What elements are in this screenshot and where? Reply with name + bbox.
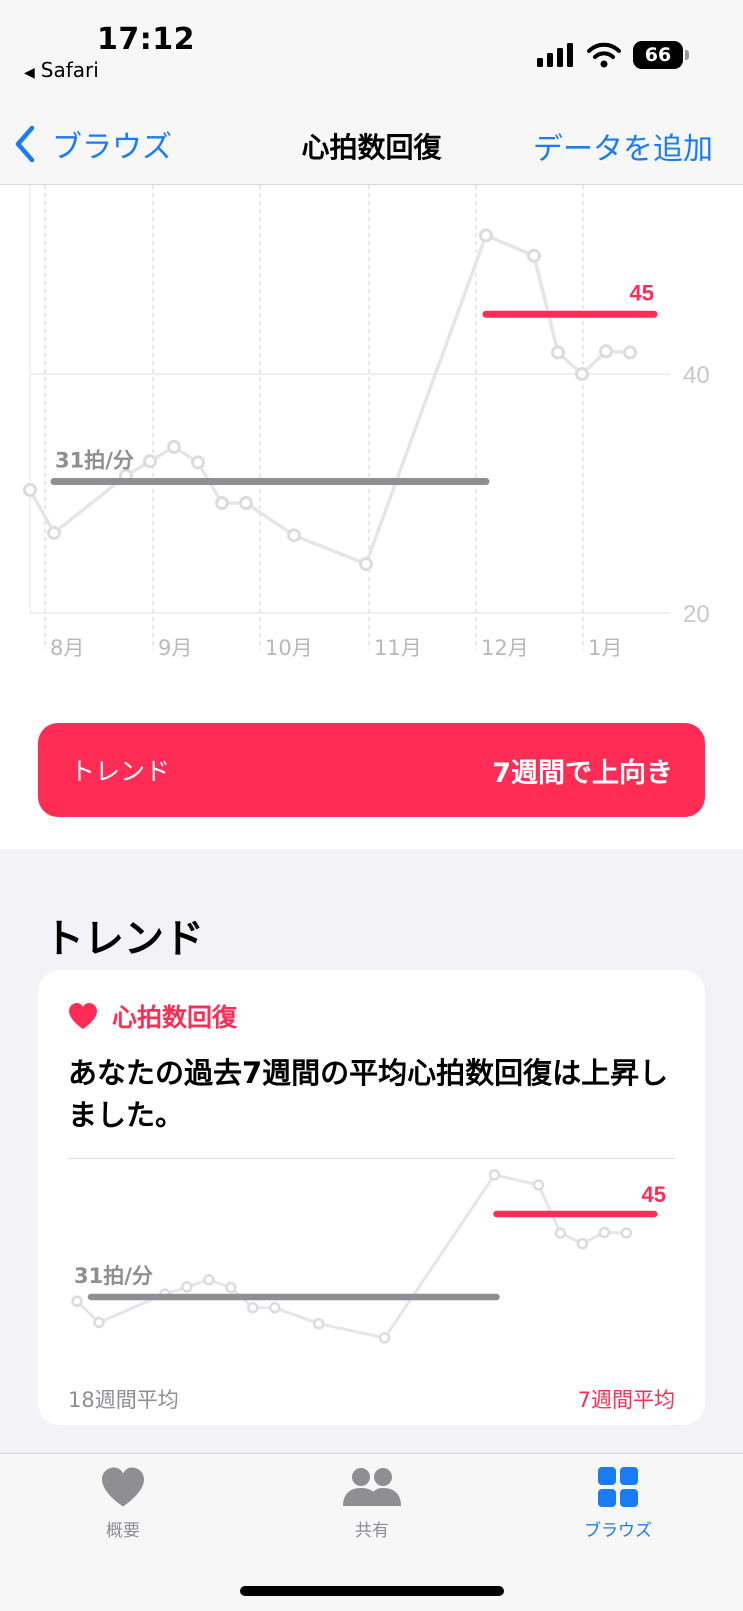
tab-browse-label: ブラウズ [584,1521,652,1541]
chart-data-point [215,496,229,511]
mini-data-point [247,1301,259,1314]
add-data-button[interactable]: データを追加 [533,124,713,168]
trend-value: 7週間で上向き [492,757,673,789]
mini-data-point [181,1281,193,1293]
status-icons: 66 [537,40,689,70]
mini-average-label-old: 31拍/分 [74,1264,153,1288]
status-time: 17:12 [97,22,195,57]
chart-data-point [599,344,613,359]
people-icon [343,1468,401,1506]
trend-section-title: トレンド [44,916,204,962]
back-triangle-icon: ◀ [24,65,35,81]
chart-data-point [575,367,589,381]
wifi-icon [587,42,621,68]
chart-average-label-old: 31拍/分 [55,449,134,473]
trend-summary-button[interactable]: トレンド 7週間で上向き [38,723,705,817]
tab-summary[interactable]: 概要 [43,1466,203,1541]
chart-y-tick-label: 20 [683,601,710,628]
mini-data-point [312,1317,325,1330]
card-divider [68,1158,675,1159]
mini-data-point [554,1227,567,1239]
chevron-left-icon [15,125,35,163]
card-category: 心拍数回復 [68,998,237,1034]
tab-browse[interactable]: ブラウズ [538,1466,698,1541]
grid-icon [598,1467,638,1507]
chart-data-point [551,345,565,360]
chart-data-point [527,248,541,263]
chart-data-point [47,525,61,540]
chart-x-tick-label: 11月 [374,636,422,660]
nav-bar: ブラウズ 心拍数回復 データを追加 [0,100,743,185]
chart-data-point [623,345,637,360]
chart-data-point [167,439,181,454]
chart-data-point [143,454,157,469]
tab-sharing[interactable]: 共有 [292,1466,452,1541]
chart-x-tick-label: 10月 [265,636,313,660]
mini-data-point [532,1179,545,1191]
chart-data-point [23,482,37,497]
trend-card[interactable]: 心拍数回復 あなたの過去7週間の平均心拍数回復は上昇しました。 31拍/分 45 … [38,970,705,1425]
chart-average-label-new: 45 [630,280,654,305]
mini-data-point [225,1281,237,1294]
chart-x-tick-label: 9月 [158,636,192,660]
chart-data-point [239,496,253,511]
chart-data-point [287,528,301,543]
chart-x-tick-label: 1月 [588,636,622,660]
new-average-caption: 7週間平均 [577,1388,675,1412]
back-button[interactable]: ブラウズ [14,122,172,166]
cellular-signal-icon [537,43,573,67]
trend-label: トレンド [70,757,171,786]
chart-x-tick-label: 12月 [481,636,529,660]
chart-y-tick-label: 40 [683,362,710,389]
back-app-label: Safari [40,58,99,82]
chart-data-point [191,455,205,470]
home-indicator [240,1586,504,1596]
heart-rate-recovery-chart[interactable]: 40 20 8月 9月 10月 11月 12月 1月 31拍/分 45 [0,185,743,675]
battery-icon: 66 [633,41,689,69]
back-button-label: ブラウズ [52,130,172,165]
trend-mini-chart: 31拍/分 45 [71,1169,666,1344]
mini-data-point [488,1169,501,1181]
tab-summary-label: 概要 [106,1521,140,1541]
status-bar: 17:12 ◀ Safari 66 [0,0,743,100]
chart-data-point [479,228,493,243]
chart-series-line [28,233,631,566]
back-to-safari-link[interactable]: ◀ Safari [24,58,99,82]
mini-series-line [75,1173,627,1340]
tab-sharing-label: 共有 [355,1521,389,1541]
mini-data-point [203,1274,215,1286]
chart-data-point [359,557,373,572]
mini-data-point [378,1332,391,1344]
mini-data-point [576,1237,589,1250]
heart-icon [69,1003,97,1029]
card-message: あなたの過去7週間の平均心拍数回復は上昇しました。 [68,1056,669,1133]
mini-data-point [71,1295,83,1307]
mini-data-point [269,1301,281,1314]
card-category-label: 心拍数回復 [112,1003,238,1032]
heart-icon [102,1467,144,1507]
mini-average-label-new: 45 [642,1182,666,1207]
chart-x-tick-label: 8月 [50,636,84,660]
mini-data-point [93,1316,105,1329]
mini-data-point [620,1227,633,1239]
old-average-caption: 18週間平均 [68,1388,179,1412]
mini-data-point [598,1226,611,1239]
